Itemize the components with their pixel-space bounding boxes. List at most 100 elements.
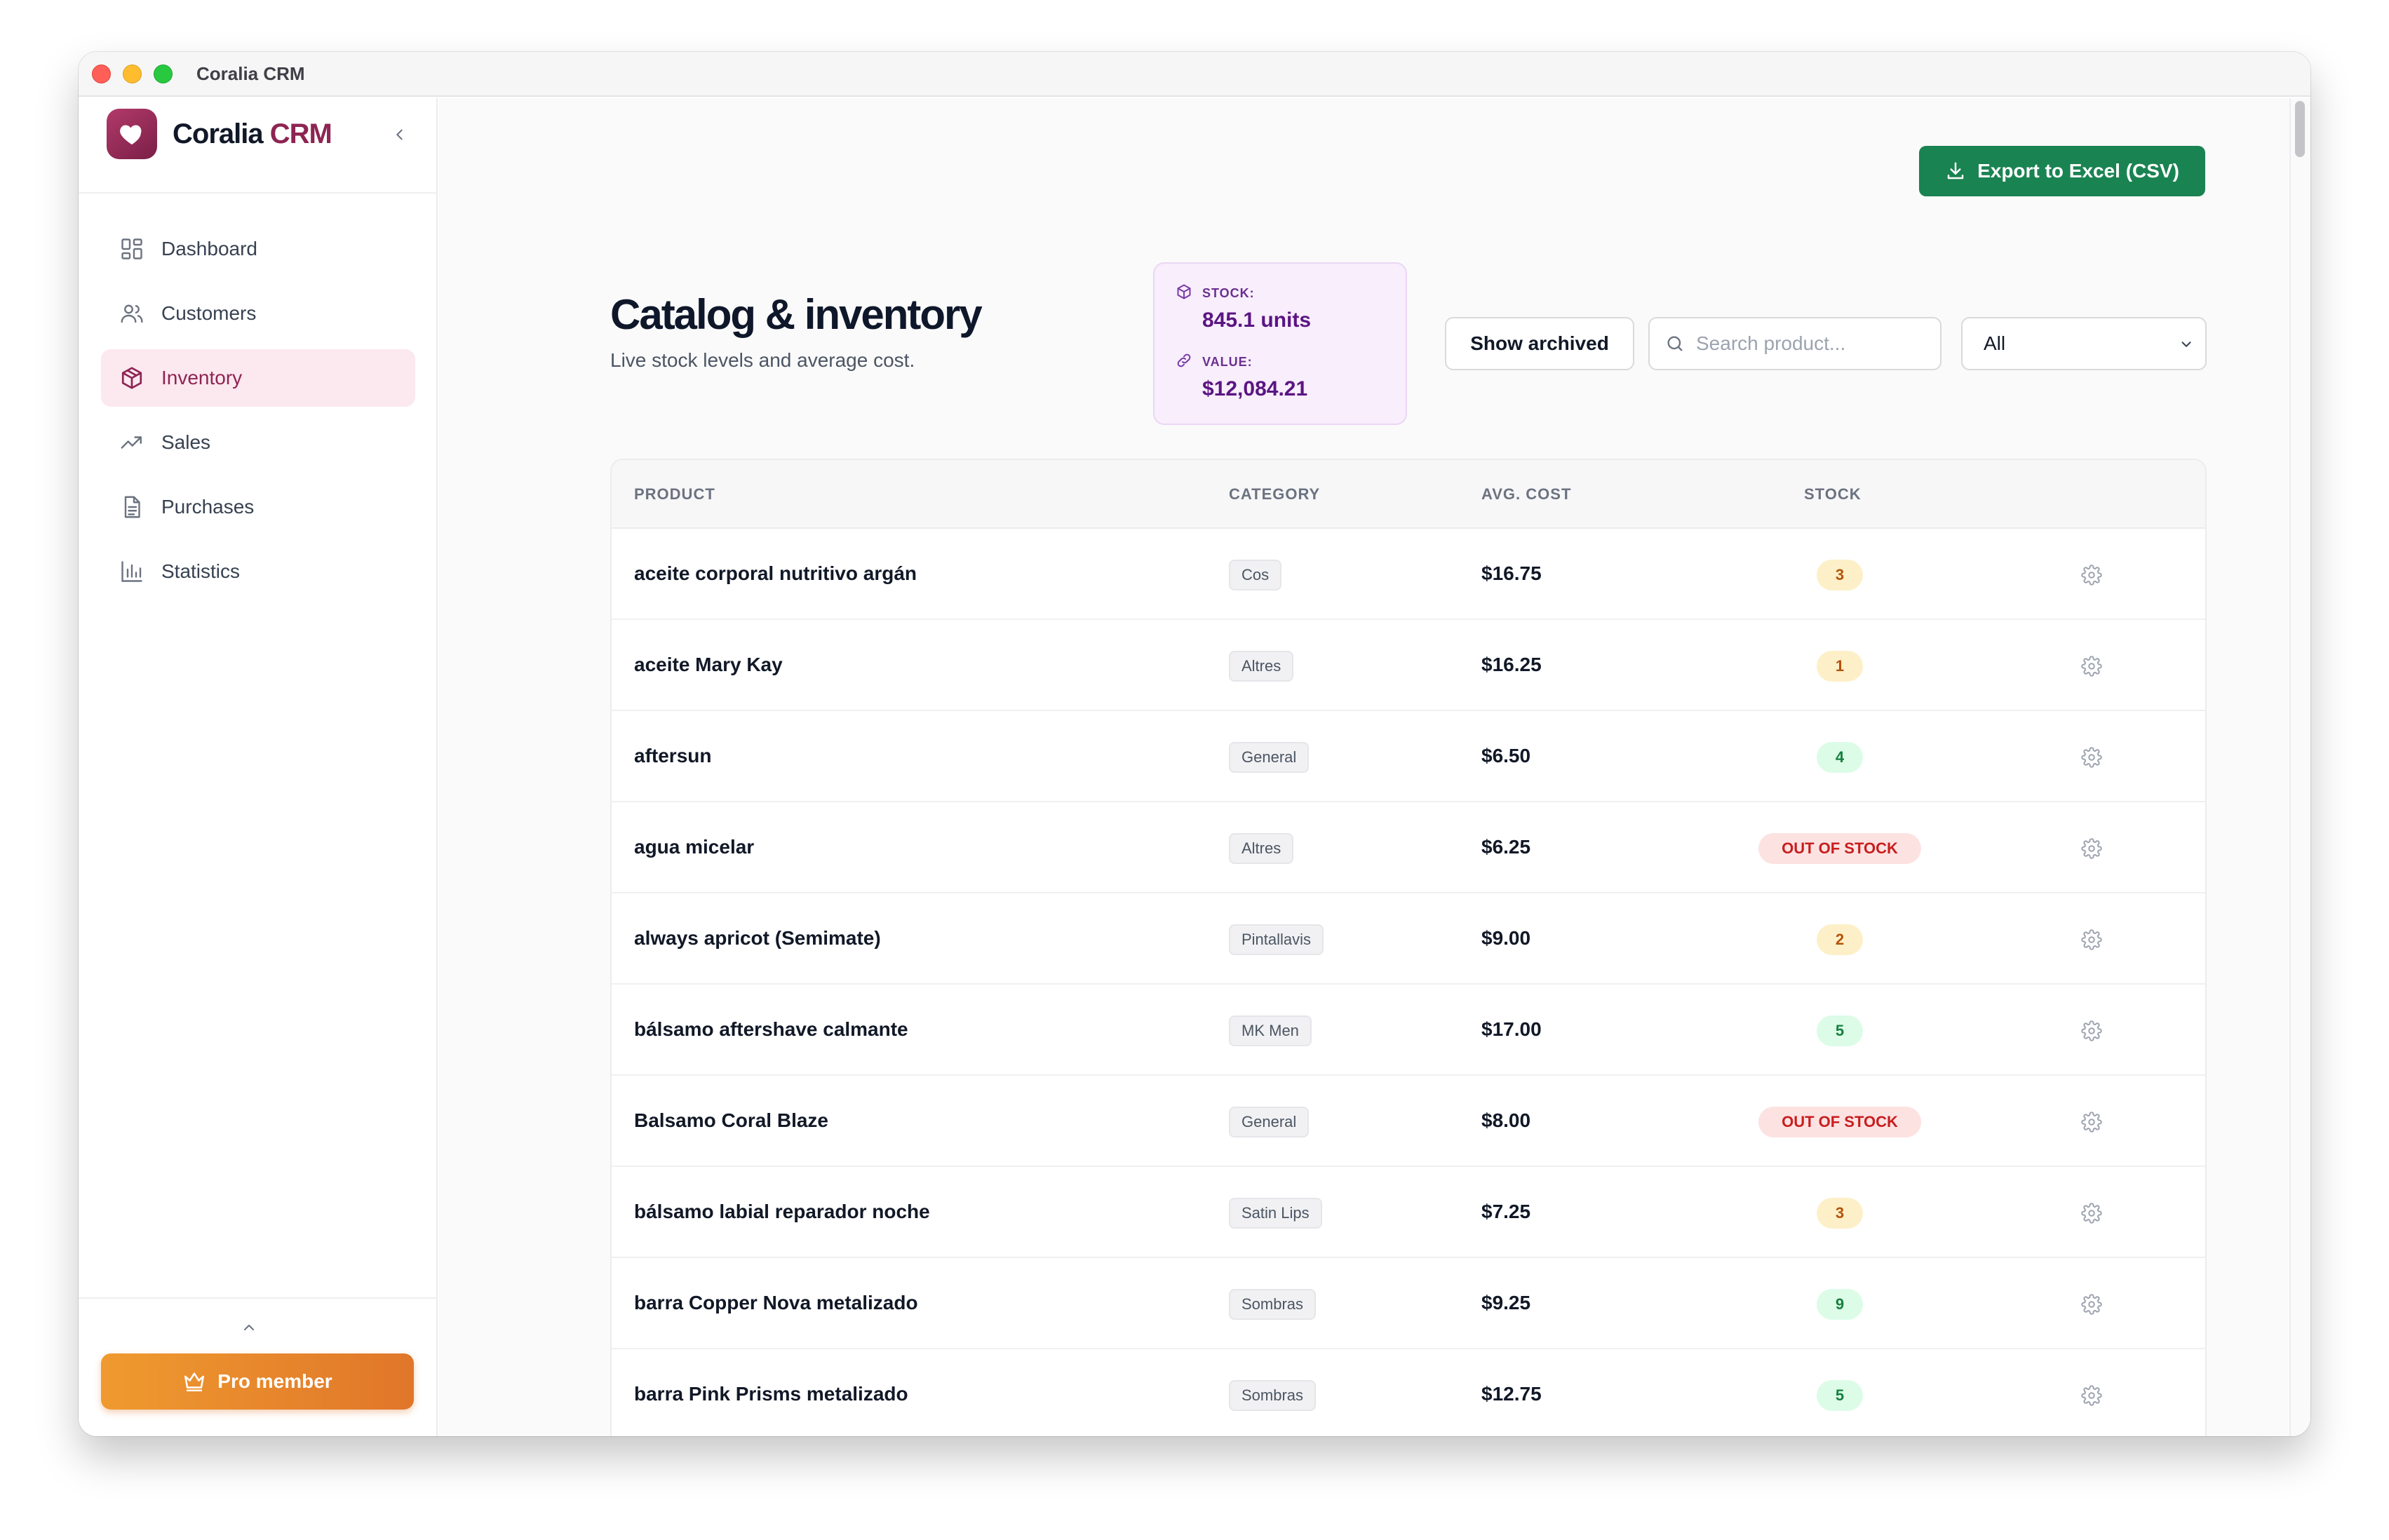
product-name: bálsamo labial reparador noche — [634, 1201, 930, 1222]
category-badge: Cos — [1229, 560, 1282, 590]
table-row[interactable]: aceite Mary Kay Altres $16.25 1 — [612, 620, 2205, 711]
stock-badge: 3 — [1817, 1198, 1863, 1229]
search-input[interactable] — [1696, 332, 1920, 355]
sidebar: Coralia CRM Dashboard Customers Inventor… — [79, 98, 438, 1436]
sidebar-item-inventory[interactable]: Inventory — [101, 349, 415, 407]
category-badge: General — [1229, 1107, 1310, 1137]
avg-cost: $17.00 — [1481, 1018, 1542, 1040]
stock-badge: OUT OF STOCK — [1758, 1107, 1921, 1137]
scrollbar[interactable] — [2289, 98, 2310, 1436]
sidebar-item-purchases[interactable]: Purchases — [101, 478, 415, 536]
link-icon — [1174, 351, 1194, 370]
category-badge: MK Men — [1229, 1015, 1312, 1046]
sidebar-divider — [79, 192, 436, 194]
gear-icon[interactable] — [2078, 743, 2106, 771]
sidebar-item-label: Dashboard — [161, 238, 257, 259]
inventory-table: PRODUCT CATEGORY AVG. COST STOCK aceite … — [610, 459, 2207, 1436]
sidebar-item-label: Statistics — [161, 560, 241, 582]
pro-member-button[interactable]: Pro member — [101, 1353, 414, 1410]
category-badge: Altres — [1229, 833, 1294, 864]
table-row[interactable]: agua micelar Altres $6.25 OUT OF STOCK — [612, 802, 2205, 893]
expand-footer-button[interactable] — [238, 1317, 260, 1338]
maximize-window-button[interactable] — [154, 64, 173, 83]
table-row[interactable]: aftersun General $6.50 4 — [612, 711, 2205, 802]
gear-icon[interactable] — [2078, 1290, 2106, 1318]
table-row[interactable]: aceite corporal nutritivo argán Cos $16.75… — [612, 529, 2205, 620]
avg-cost: $12.75 — [1481, 1383, 1542, 1405]
category-badge: Satin Lips — [1229, 1198, 1322, 1229]
crown-icon — [182, 1370, 206, 1393]
sidebar-item-dashboard[interactable]: Dashboard — [101, 220, 415, 278]
brand-name: Coralia CRM — [173, 118, 332, 149]
gear-icon[interactable] — [2078, 1017, 2106, 1045]
download-icon — [1945, 161, 1966, 182]
minimize-window-button[interactable] — [123, 64, 142, 83]
table-row[interactable]: bálsamo aftershave calmante MK Men $17.00 5 — [612, 985, 2205, 1076]
column-header-cost[interactable]: AVG. COST — [1481, 485, 1571, 504]
main-content: Export to Excel (CSV) Catalog & inventor… — [439, 98, 2310, 1436]
table-row[interactable]: bálsamo labial reparador noche Satin Lips… — [612, 1167, 2205, 1258]
chevron-down-icon — [2179, 337, 2194, 352]
sidebar-footer-divider — [79, 1297, 436, 1299]
column-header-category[interactable]: CATEGORY — [1229, 485, 1320, 504]
filter-selected-value: All — [1984, 332, 2006, 354]
product-name: bálsamo aftershave calmante — [634, 1018, 908, 1040]
gear-icon[interactable] — [2078, 1108, 2106, 1136]
collapse-sidebar-button[interactable] — [387, 122, 412, 147]
search-field[interactable] — [1648, 317, 1942, 370]
sidebar-item-label: Sales — [161, 431, 211, 453]
table-row[interactable]: barra Copper Nova metalizado Sombras $9.25… — [612, 1258, 2205, 1349]
inventory-summary-card: STOCK: 845.1 units VALUE: $12,084.21 — [1153, 262, 1407, 425]
document-icon — [118, 493, 146, 521]
avg-cost: $7.25 — [1481, 1201, 1531, 1222]
category-badge: Pintallavis — [1229, 924, 1324, 955]
column-header-product[interactable]: PRODUCT — [634, 485, 715, 504]
sidebar-item-sales[interactable]: Sales — [101, 414, 415, 471]
gear-icon[interactable] — [2078, 652, 2106, 680]
category-filter-select[interactable]: All — [1961, 317, 2207, 370]
stock-badge: 3 — [1817, 560, 1863, 590]
heart-logo-icon — [107, 109, 157, 159]
search-icon — [1665, 334, 1685, 353]
chevron-left-icon — [396, 129, 403, 140]
avg-cost: $9.00 — [1481, 927, 1531, 949]
avg-cost: $16.75 — [1481, 562, 1542, 584]
avg-cost: $16.25 — [1481, 654, 1542, 675]
gear-icon[interactable] — [2078, 1382, 2106, 1410]
stock-badge: OUT OF STOCK — [1758, 833, 1921, 864]
value-label: VALUE: — [1202, 355, 1253, 369]
table-header: PRODUCT CATEGORY AVG. COST STOCK — [612, 460, 2205, 529]
product-name: aceite corporal nutritivo argán — [634, 562, 917, 584]
product-name: aceite Mary Kay — [634, 654, 783, 675]
trending-up-icon — [118, 428, 146, 457]
table-row[interactable]: barra Pink Prisms metalizado Sombras $12.7… — [612, 1349, 2205, 1436]
export-csv-button[interactable]: Export to Excel (CSV) — [1919, 146, 2205, 196]
pro-member-label: Pro member — [217, 1370, 332, 1392]
table-row[interactable]: always apricot (Semimate) Pintallavis $9.0… — [612, 893, 2205, 985]
category-badge: Altres — [1229, 651, 1294, 682]
gear-icon[interactable] — [2078, 561, 2106, 589]
app-window: Coralia CRM Coralia CRM Dashboard Custom… — [79, 52, 2310, 1436]
table-row[interactable]: Balsamo Coral Blaze General $8.00 OUT OF ST… — [612, 1076, 2205, 1167]
main-nav: Dashboard Customers Inventory Sales Purc… — [101, 220, 415, 607]
close-window-button[interactable] — [92, 64, 111, 83]
stock-badge: 4 — [1817, 742, 1863, 773]
product-name: always apricot (Semimate) — [634, 927, 881, 949]
sidebar-item-customers[interactable]: Customers — [101, 285, 415, 342]
gear-icon[interactable] — [2078, 835, 2106, 863]
scrollbar-thumb[interactable] — [2295, 101, 2305, 157]
page-subtitle: Live stock levels and average cost. — [610, 349, 915, 371]
users-icon — [118, 299, 146, 327]
sidebar-item-statistics[interactable]: Statistics — [101, 543, 415, 600]
column-header-stock[interactable]: STOCK — [1804, 485, 1862, 504]
product-name: barra Copper Nova metalizado — [634, 1292, 918, 1313]
gear-icon[interactable] — [2078, 926, 2106, 954]
chevron-up-icon — [244, 1325, 254, 1330]
value-amount: $12,084.21 — [1202, 377, 1308, 400]
avg-cost: $8.00 — [1481, 1109, 1531, 1131]
show-archived-button[interactable]: Show archived — [1445, 317, 1634, 370]
sidebar-item-label: Purchases — [161, 496, 255, 518]
bar-chart-icon — [118, 558, 146, 586]
gear-icon[interactable] — [2078, 1199, 2106, 1227]
window-title: Coralia CRM — [196, 62, 305, 84]
